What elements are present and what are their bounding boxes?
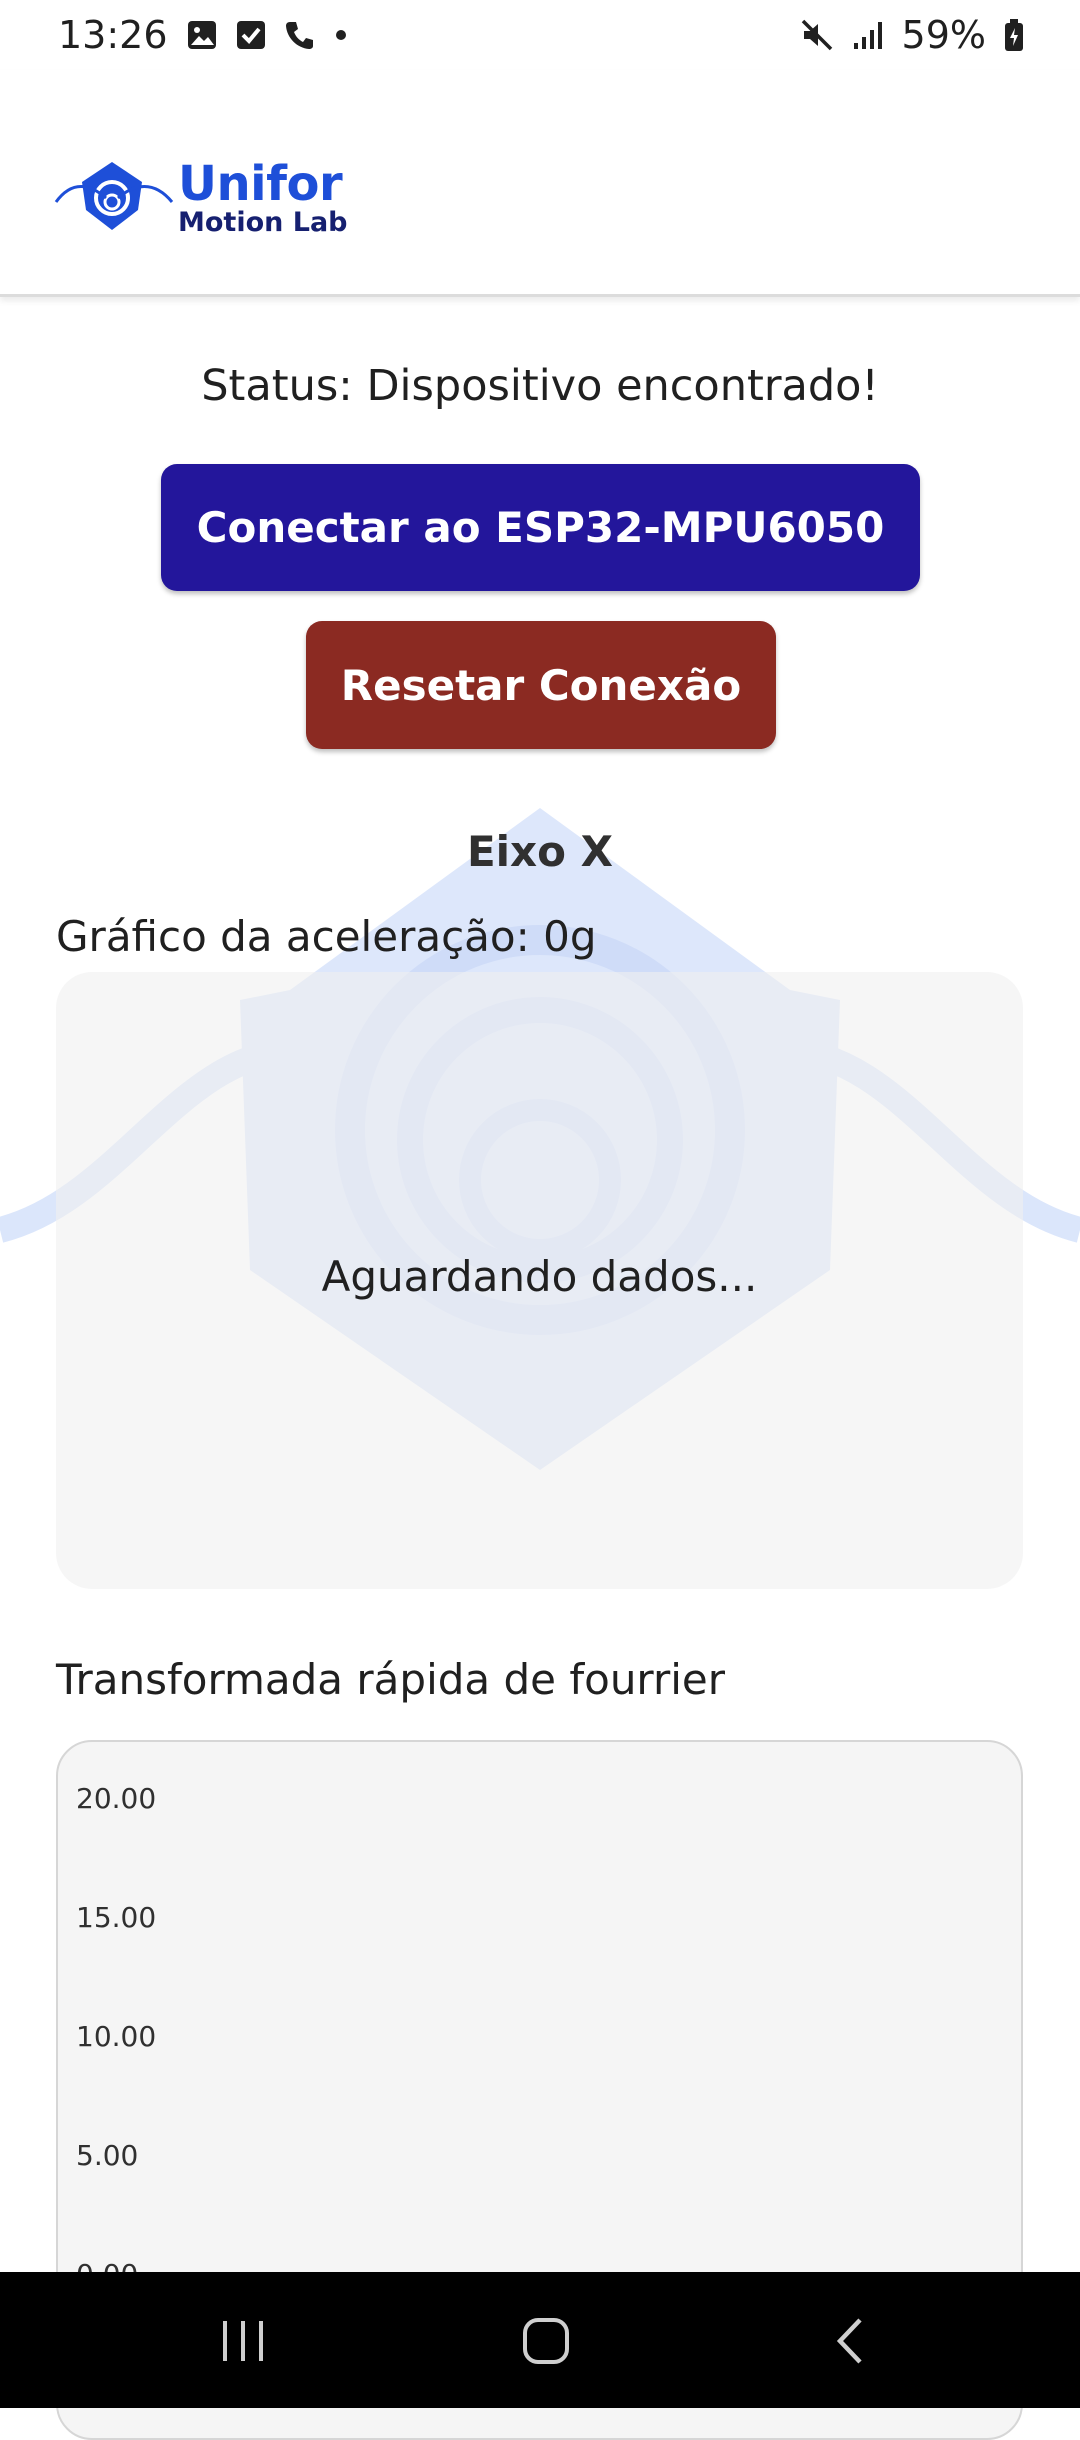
logo-title: Unifor bbox=[178, 156, 343, 212]
app-header: Unifor Motion Lab bbox=[0, 70, 1080, 297]
dot-icon bbox=[334, 28, 348, 42]
fft-label: Transformada rápida de fourrier bbox=[56, 1655, 726, 1704]
axis-title: Eixo X bbox=[466, 827, 614, 876]
acceleration-label: Gráfico da aceleração: 0g bbox=[56, 912, 597, 961]
y-tick-label: 10.00 bbox=[76, 2020, 157, 2053]
reset-connection-button[interactable]: Resetar Conexão bbox=[306, 621, 776, 749]
status-bar-left: 13:26 bbox=[58, 13, 348, 57]
logo-mark-icon bbox=[54, 162, 174, 230]
status-bar: 13:26 59% bbox=[0, 0, 1080, 70]
system-nav-bar bbox=[0, 2272, 1080, 2408]
y-tick-label: 20.00 bbox=[76, 1782, 157, 1815]
check-icon bbox=[236, 19, 266, 51]
logo-subtitle: Motion Lab bbox=[178, 207, 348, 238]
home-button[interactable] bbox=[506, 2306, 586, 2376]
back-button[interactable] bbox=[810, 2306, 890, 2376]
connect-button[interactable]: Conectar ao ESP32-MPU6050 bbox=[161, 464, 920, 591]
y-tick-label: 15.00 bbox=[76, 1901, 157, 1934]
clock: 13:26 bbox=[58, 13, 168, 57]
y-tick-label: 5.00 bbox=[76, 2139, 139, 2172]
home-icon bbox=[523, 2318, 569, 2364]
connection-status: Status: Dispositivo encontrado! bbox=[201, 361, 879, 411]
phone-icon bbox=[284, 19, 316, 51]
recent-apps-icon bbox=[223, 2321, 263, 2361]
image-icon bbox=[186, 19, 218, 51]
signal-icon bbox=[852, 19, 884, 51]
status-bar-right: 59% bbox=[800, 13, 1024, 57]
waiting-message: Aguardando dados... bbox=[321, 1252, 758, 1301]
mute-icon bbox=[800, 18, 834, 52]
battery-icon bbox=[1004, 18, 1024, 52]
back-icon bbox=[836, 2318, 862, 2364]
unifor-logo[interactable]: Unifor Motion Lab bbox=[54, 158, 348, 238]
recent-apps-button[interactable] bbox=[203, 2306, 283, 2376]
acceleration-chart: Aguardando dados... bbox=[56, 972, 1023, 1589]
battery-percent: 59% bbox=[901, 13, 986, 57]
